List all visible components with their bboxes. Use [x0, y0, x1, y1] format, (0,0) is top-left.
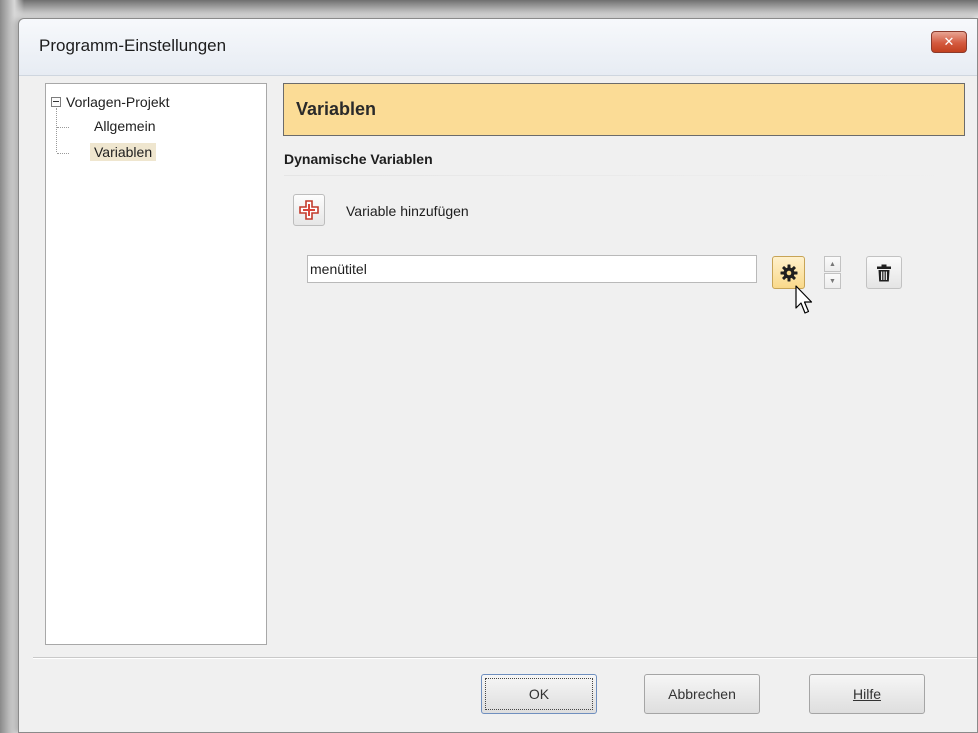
close-button[interactable]: ✕: [931, 31, 967, 53]
focus-rectangle: [485, 678, 593, 710]
tree-item-allgemein[interactable]: Allgemein: [90, 117, 159, 135]
cancel-button[interactable]: Abbrechen: [644, 674, 760, 714]
add-variable-label[interactable]: Variable hinzufügen: [346, 203, 469, 219]
arrow-down-icon: ▼: [829, 277, 836, 285]
section-title: Dynamische Variablen: [284, 151, 433, 167]
tree-connector: [56, 108, 57, 152]
add-plus-icon: [299, 200, 319, 220]
settings-tree: Vorlagen-Projekt Allgemein Variablen: [45, 83, 267, 645]
ok-button[interactable]: OK: [481, 674, 597, 714]
close-icon: ✕: [943, 34, 955, 49]
variable-name-input[interactable]: [307, 255, 757, 283]
page-header: Variablen: [283, 83, 965, 136]
help-button-label: Hilfe: [852, 686, 881, 702]
add-variable-button[interactable]: [293, 194, 325, 226]
tree-connector: [57, 127, 69, 128]
gear-icon: [780, 264, 797, 281]
move-up-button[interactable]: ▲: [824, 256, 841, 272]
tree-root-node[interactable]: Vorlagen-Projekt: [51, 94, 170, 110]
delete-variable-button[interactable]: [866, 256, 902, 289]
cancel-button-label: Abbrechen: [668, 686, 736, 702]
move-down-button[interactable]: ▼: [824, 273, 841, 289]
tree-item-variablen[interactable]: Variablen: [90, 143, 157, 161]
page-title: Variablen: [296, 99, 377, 119]
tree-root-label: Vorlagen-Projekt: [66, 94, 170, 110]
help-button[interactable]: Hilfe: [809, 674, 925, 714]
collapse-icon[interactable]: [51, 97, 61, 107]
section-divider: [284, 175, 966, 176]
trash-icon: [877, 264, 891, 281]
order-stepper: ▲ ▼: [824, 256, 841, 289]
mouse-pointer-icon: [795, 285, 813, 314]
arrow-up-icon: ▲: [829, 260, 836, 268]
title-bar[interactable]: Programm-Einstellungen ✕: [19, 19, 977, 76]
footer-divider: [33, 657, 977, 658]
window-title: Programm-Einstellungen: [39, 36, 227, 55]
settings-dialog: Programm-Einstellungen ✕ Vorlagen-Projek…: [18, 18, 978, 733]
tree-connector: [57, 153, 69, 154]
